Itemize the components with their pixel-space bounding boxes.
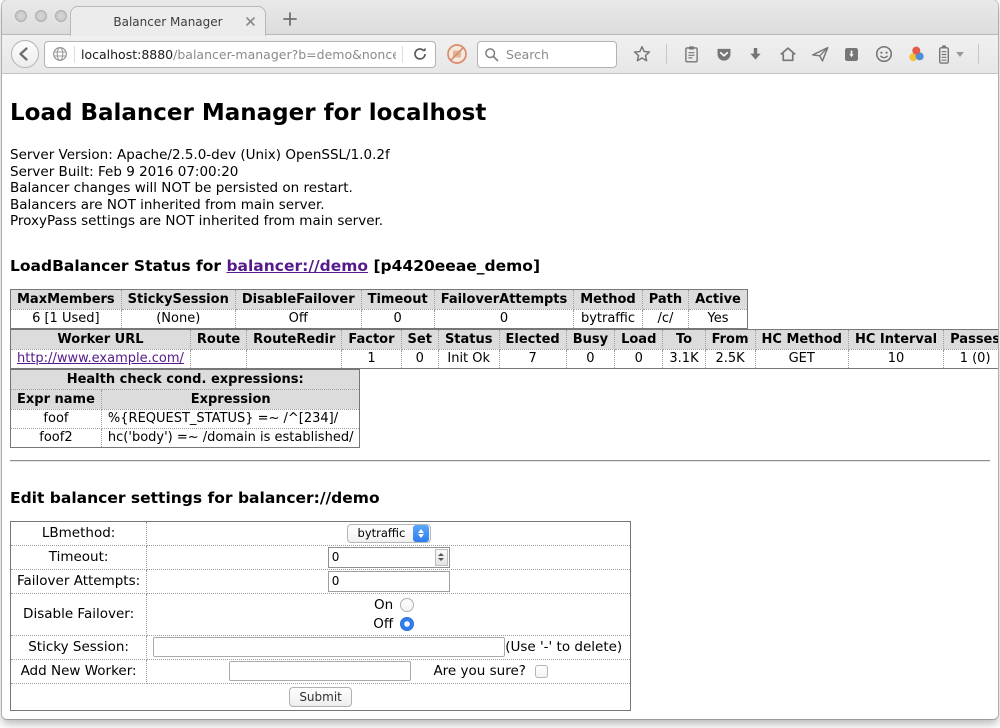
number-spinner-icon[interactable] (435, 549, 448, 566)
tab-strip: Balancer Manager (2, 0, 998, 35)
table-row: 6 [1 Used] (None) Off 0 0 bytraffic /c/ … (11, 309, 748, 328)
toolbar-separator (666, 44, 667, 64)
radio-on-label: On (363, 597, 393, 613)
minimize-window-icon[interactable] (35, 10, 47, 22)
back-icon (15, 44, 35, 64)
sticky-session-input[interactable] (153, 637, 505, 657)
timeout-label: Timeout: (11, 545, 147, 569)
close-window-icon[interactable] (15, 10, 27, 22)
balancer-status-table: MaxMembers StickySession DisableFailover… (10, 289, 748, 329)
add-worker-label: Add New Worker: (11, 659, 147, 683)
table-title-row: Health check cond. expressions: (11, 369, 360, 389)
failover-attempts-label: Failover Attempts: (11, 569, 147, 593)
toolbar-icons (631, 44, 998, 65)
server-info: Server Version: Apache/2.5.0-dev (Unix) … (10, 147, 990, 230)
table-header-row: Worker URL Route RouteRedir Factor Set S… (11, 329, 999, 349)
table-header-row: Expr name Expression (11, 389, 360, 409)
failover-attempts-input[interactable] (328, 571, 450, 592)
chevron-down-icon[interactable] (956, 52, 964, 57)
health-check-table: Health check cond. expressions: Expr nam… (10, 369, 360, 448)
are-you-sure-label: Are you sure? (433, 663, 526, 679)
tab-close-icon[interactable] (245, 16, 256, 27)
submit-button[interactable]: Submit (289, 687, 352, 707)
notice-proxypass: ProxyPass settings are NOT inherited fro… (10, 213, 990, 230)
forget-icon[interactable] (873, 44, 894, 65)
add-worker-input[interactable] (229, 661, 411, 681)
urlbar-separator (74, 46, 75, 63)
notice-persist: Balancer changes will NOT be persisted o… (10, 180, 990, 197)
zoom-window-icon[interactable] (55, 10, 67, 22)
radio-off-label: Off (363, 616, 393, 632)
search-input[interactable] (504, 46, 604, 63)
disable-failover-label: Disable Failover: (11, 593, 147, 635)
timeout-field-wrap (328, 547, 450, 568)
bookmark-star-icon[interactable] (631, 44, 652, 65)
add-worker-row: Add New Worker: Are you sure? (11, 659, 631, 683)
lbmethod-select[interactable]: bytraffic (347, 524, 431, 543)
sticky-session-label: Sticky Session: (11, 635, 147, 659)
blocked-content-icon[interactable] (446, 43, 468, 65)
radio-on[interactable] (400, 598, 414, 612)
tab-balancer-manager[interactable]: Balancer Manager (70, 6, 266, 36)
urlbar-separator2 (402, 46, 403, 63)
server-built: Server Built: Feb 9 2016 07:00:20 (10, 164, 990, 181)
disable-failover-radios: On Off (153, 595, 624, 634)
toolbar-separator2 (978, 44, 979, 64)
disable-failover-row: Disable Failover: On Off (11, 593, 631, 635)
server-version: Server Version: Apache/2.5.0-dev (Unix) … (10, 147, 990, 164)
page-content: Load Balancer Manager for localhost Serv… (2, 74, 998, 719)
menu-icon[interactable] (993, 44, 998, 65)
submit-row: Submit (11, 683, 631, 710)
table-row: http://www.example.com/ 1 0 Init Ok 7 0 … (11, 349, 999, 368)
radio-off[interactable] (400, 617, 414, 631)
downloads-icon[interactable] (745, 44, 766, 65)
failover-attempts-row: Failover Attempts: (11, 569, 631, 593)
balancer-demo-link[interactable]: balancer://demo (226, 257, 368, 275)
worker-table: Worker URL Route RouteRedir Factor Set S… (10, 329, 998, 369)
timeout-input[interactable] (329, 548, 434, 567)
globe-icon (52, 46, 68, 62)
search-bar[interactable] (477, 41, 617, 68)
are-you-sure-checkbox[interactable] (535, 665, 548, 678)
screenshot-icon[interactable] (841, 44, 862, 65)
reload-icon (412, 46, 428, 62)
select-stepper-icon (413, 525, 429, 542)
pocket-icon[interactable] (713, 44, 734, 65)
reload-button[interactable] (409, 46, 431, 62)
sticky-session-hint: (Use '-' to delete) (505, 639, 624, 655)
navigation-toolbar: localhost:8880/balancer-manager?b=demo&n… (2, 35, 998, 74)
back-button[interactable] (11, 40, 39, 68)
reading-list-icon[interactable] (681, 44, 702, 65)
search-icon (484, 47, 499, 62)
new-tab-icon[interactable] (280, 9, 300, 29)
battery-icon[interactable] (937, 44, 951, 65)
browser-window: Balancer Manager localhost:8880/balancer… (2, 0, 998, 719)
multi-color-icon[interactable] (905, 44, 926, 65)
lbmethod-label: LBmethod: (11, 521, 147, 545)
send-icon[interactable] (809, 44, 830, 65)
table-header-row: MaxMembers StickySession DisableFailover… (11, 289, 748, 309)
timeout-row: Timeout: (11, 545, 631, 569)
table-row: foof %{REQUEST_STATUS} =~ /^[234]/ (11, 409, 360, 428)
sticky-session-row: Sticky Session: (Use '-' to delete) (11, 635, 631, 659)
page-title: Load Balancer Manager for localhost (10, 100, 990, 126)
balancer-settings-form: LBmethod: bytraffic Timeout: (10, 521, 631, 711)
home-icon[interactable] (777, 44, 798, 65)
lbmethod-row: LBmethod: bytraffic (11, 521, 631, 545)
tab-title: Balancer Manager (113, 15, 222, 29)
section-divider (10, 460, 990, 462)
edit-settings-heading: Edit balancer settings for balancer://de… (10, 489, 990, 507)
loadbalancer-status-heading: LoadBalancer Status for balancer://demo … (10, 257, 990, 275)
url-bar[interactable]: localhost:8880/balancer-manager?b=demo&n… (44, 41, 436, 68)
worker-url-link[interactable]: http://www.example.com/ (17, 351, 184, 366)
url-text[interactable]: localhost:8880/balancer-manager?b=demo&n… (81, 47, 396, 62)
notice-inherit: Balancers are NOT inherited from main se… (10, 197, 990, 214)
window-controls[interactable] (15, 10, 67, 22)
table-row: foof2 hc('body') =~ /domain is establish… (11, 428, 360, 447)
